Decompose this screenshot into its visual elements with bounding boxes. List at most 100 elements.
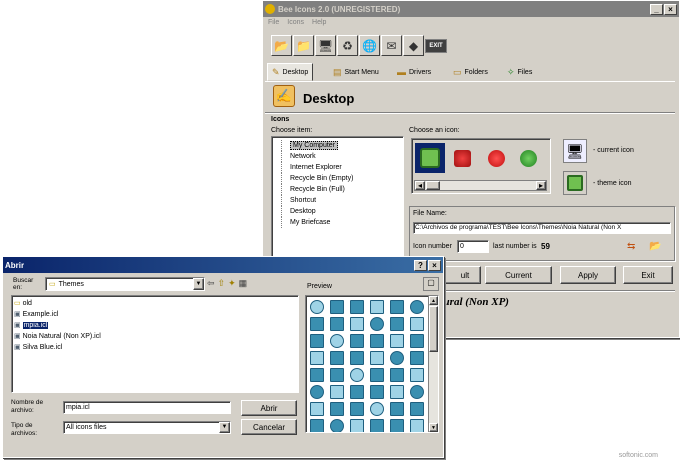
erase-button[interactable]: ◆: [403, 35, 424, 56]
tab-folders[interactable]: ▭ Folders: [449, 63, 492, 81]
scroll-up-button[interactable]: ▲: [429, 296, 438, 305]
help-button[interactable]: ?: [414, 259, 427, 271]
preview-thumbnail-icon: [330, 419, 344, 432]
item-tree[interactable]: My Computer Network Internet Explorer Re…: [271, 136, 404, 259]
theme-caption: atural (Non XP): [435, 296, 509, 308]
preview-thumbnail-icon: [350, 317, 364, 331]
preview-scrollbar[interactable]: ▲ ▼: [428, 296, 438, 432]
exit-button[interactable]: Exit: [623, 266, 673, 284]
preview-thumbnail-icon: [310, 402, 324, 416]
list-item[interactable]: My Briefcase: [281, 217, 403, 228]
preview-label: Preview: [307, 283, 332, 290]
bee-logo-icon: [265, 4, 275, 14]
list-item[interactable]: Desktop: [281, 206, 403, 217]
list-item[interactable]: Internet Explorer: [281, 162, 403, 173]
list-item[interactable]: ▭ old: [12, 298, 298, 309]
list-item[interactable]: Shortcut: [281, 195, 403, 206]
globe-icon: 🌐: [362, 38, 377, 53]
file-list[interactable]: ▭ old ▣ Example.icl ▣ mpia.icl ▣ Noia Na…: [11, 295, 299, 393]
icon-option[interactable]: [520, 150, 537, 167]
new-folder-icon[interactable]: ✦: [228, 278, 236, 289]
icon-scrollbar[interactable]: ◂ ▸: [414, 180, 547, 191]
scroll-thumb[interactable]: [426, 181, 440, 190]
preview-icon: ▢: [423, 277, 439, 291]
dialog-titlebar[interactable]: Abrir ? ×: [3, 257, 443, 273]
file-path-field[interactable]: C:\Archivos de programa\TEST\Bee Icons\T…: [413, 222, 671, 234]
open-folder-icon[interactable]: 📂: [649, 241, 661, 252]
icon-number-input[interactable]: 0: [457, 240, 489, 253]
restore-button[interactable]: ♻: [337, 35, 358, 56]
preview-thumbnail-icon: [370, 419, 384, 432]
file-icon: ▣: [14, 344, 21, 351]
mail-button[interactable]: ✉: [381, 35, 402, 56]
file-type-select[interactable]: All icons files ▼: [63, 421, 231, 434]
back-arrow-icon[interactable]: ⇦: [207, 278, 215, 289]
tab-start-menu[interactable]: ▤ Start Menu: [329, 63, 383, 81]
menu-help[interactable]: Help: [312, 17, 326, 29]
up-folder-icon[interactable]: ⇧: [218, 278, 226, 289]
scroll-left-button[interactable]: ◂: [415, 181, 425, 190]
file-name-input[interactable]: mpia.icl: [63, 401, 231, 414]
scroll-down-button[interactable]: ▼: [429, 423, 438, 432]
preview-thumbnail-icon: [310, 351, 324, 365]
preview-thumbnail-icon: [350, 334, 364, 348]
icon-option[interactable]: [454, 150, 471, 167]
list-item[interactable]: Network: [281, 151, 403, 162]
tab-desktop[interactable]: ✎ Desktop: [267, 63, 314, 81]
icon-option[interactable]: [488, 150, 505, 167]
last-number-value: 59: [541, 242, 550, 251]
list-item[interactable]: ▣ Example.icl: [12, 309, 298, 320]
list-item[interactable]: Recycle Bin (Full): [281, 184, 403, 195]
preview-thumbnail-icon: [410, 334, 424, 348]
icon-option-selected[interactable]: [415, 143, 445, 173]
preview-thumbnail-icon: [410, 385, 424, 399]
web-button[interactable]: 🌐: [359, 35, 380, 56]
watermark: softonic.com: [618, 452, 658, 459]
main-window-title: Bee Icons 2.0 (UNREGISTERED): [278, 4, 401, 14]
list-item-selected[interactable]: ▣ mpia.icl: [12, 320, 298, 331]
computer-button[interactable]: 🖥: [315, 35, 336, 56]
preview-thumbnail-icon: [390, 300, 404, 314]
look-in-select[interactable]: ▭ Themes ▼: [45, 277, 205, 291]
preview-thumbnail-icon: [330, 317, 344, 331]
list-item[interactable]: ▣ Noia Natural (Non XP).icl: [12, 331, 298, 342]
minimize-button[interactable]: _: [650, 3, 663, 15]
preview-thumbnail-icon: [370, 351, 384, 365]
current-icon-label: - current icon: [593, 147, 634, 154]
extract-icon[interactable]: ⇆: [627, 241, 635, 252]
apply-button[interactable]: Apply: [560, 266, 616, 284]
tab-files[interactable]: ✧ Files: [503, 63, 536, 81]
view-menu-icon[interactable]: ▦: [239, 278, 248, 289]
open-theme-button[interactable]: 📂: [271, 35, 292, 56]
preview-thumbnail-icon: [410, 317, 424, 331]
preview-thumbnail-icon: [350, 300, 364, 314]
list-item[interactable]: ▣ Silva Blue.icl: [12, 342, 298, 353]
menu-file[interactable]: File: [268, 17, 279, 29]
chevron-down-icon[interactable]: ▼: [193, 278, 204, 290]
open-button[interactable]: Abrir: [241, 400, 297, 416]
choose-item-label: Choose item:: [271, 127, 313, 134]
scroll-right-button[interactable]: ▸: [536, 181, 546, 190]
current-button[interactable]: Current: [485, 266, 552, 284]
preview-thumbnail-icon: [330, 402, 344, 416]
dialog-close-button[interactable]: ×: [428, 259, 441, 271]
list-item[interactable]: My Computer: [281, 140, 403, 151]
file-icon: ▣: [14, 333, 21, 340]
preview-thumbnail-icon: [410, 419, 424, 432]
preview-thumbnail-icon: [310, 317, 324, 331]
preview-thumbnail-icon: [350, 351, 364, 365]
main-titlebar[interactable]: Bee Icons 2.0 (UNREGISTERED) _ ×: [263, 1, 679, 17]
menu-icons[interactable]: Icons: [287, 17, 304, 29]
preview-thumbnail-icon: [310, 385, 324, 399]
icon-strip[interactable]: ◂ ▸: [411, 138, 551, 194]
exit-toolbar-button[interactable]: EXIT: [425, 39, 447, 53]
file-name-label: Nombre de archivo:: [11, 399, 44, 414]
preview-thumbnail-icon: [330, 385, 344, 399]
tab-drivers[interactable]: ▬ Drivers: [393, 63, 435, 81]
list-item[interactable]: Recycle Bin (Empty): [281, 173, 403, 184]
close-button[interactable]: ×: [664, 3, 677, 15]
cancel-button[interactable]: Cancelar: [241, 419, 297, 435]
save-theme-button[interactable]: 📁: [293, 35, 314, 56]
scroll-thumb[interactable]: [429, 306, 438, 352]
chevron-down-icon[interactable]: ▼: [219, 422, 230, 433]
